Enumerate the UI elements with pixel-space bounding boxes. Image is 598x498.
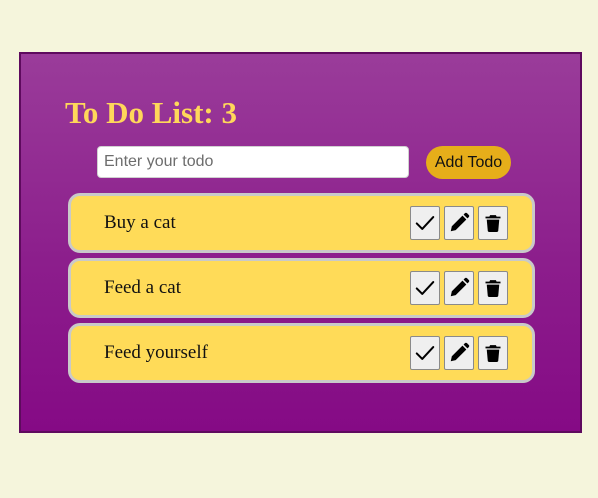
- todo-actions: [410, 206, 508, 240]
- pencil-icon: [450, 212, 470, 232]
- edit-button[interactable]: [444, 336, 474, 370]
- check-icon: [415, 216, 435, 230]
- add-todo-button[interactable]: Add Todo: [426, 146, 511, 179]
- todo-input[interactable]: [97, 146, 409, 178]
- delete-button[interactable]: [478, 271, 508, 305]
- todo-item: Buy a cat: [68, 193, 535, 253]
- delete-button[interactable]: [478, 336, 508, 370]
- todo-list: Buy a cat Feed a cat Feed yourself: [68, 193, 535, 388]
- todo-text: Feed a cat: [104, 277, 182, 298]
- delete-button[interactable]: [478, 206, 508, 240]
- edit-button[interactable]: [444, 206, 474, 240]
- todo-text: Feed yourself: [104, 342, 208, 363]
- trash-icon: [485, 280, 501, 297]
- complete-button[interactable]: [410, 271, 440, 305]
- complete-button[interactable]: [410, 336, 440, 370]
- todo-item: Feed yourself: [68, 323, 535, 383]
- trash-icon: [485, 345, 501, 362]
- todo-item: Feed a cat: [68, 258, 535, 318]
- todo-actions: [410, 271, 508, 305]
- page-title: To Do List: 3: [65, 95, 237, 130]
- todo-panel: To Do List: 3 Add Todo Buy a cat: [19, 52, 582, 433]
- check-icon: [415, 281, 435, 295]
- pencil-icon: [450, 277, 470, 297]
- check-icon: [415, 346, 435, 360]
- todo-text: Buy a cat: [104, 212, 176, 233]
- todo-actions: [410, 336, 508, 370]
- trash-icon: [485, 215, 501, 232]
- pencil-icon: [450, 342, 470, 362]
- edit-button[interactable]: [444, 271, 474, 305]
- complete-button[interactable]: [410, 206, 440, 240]
